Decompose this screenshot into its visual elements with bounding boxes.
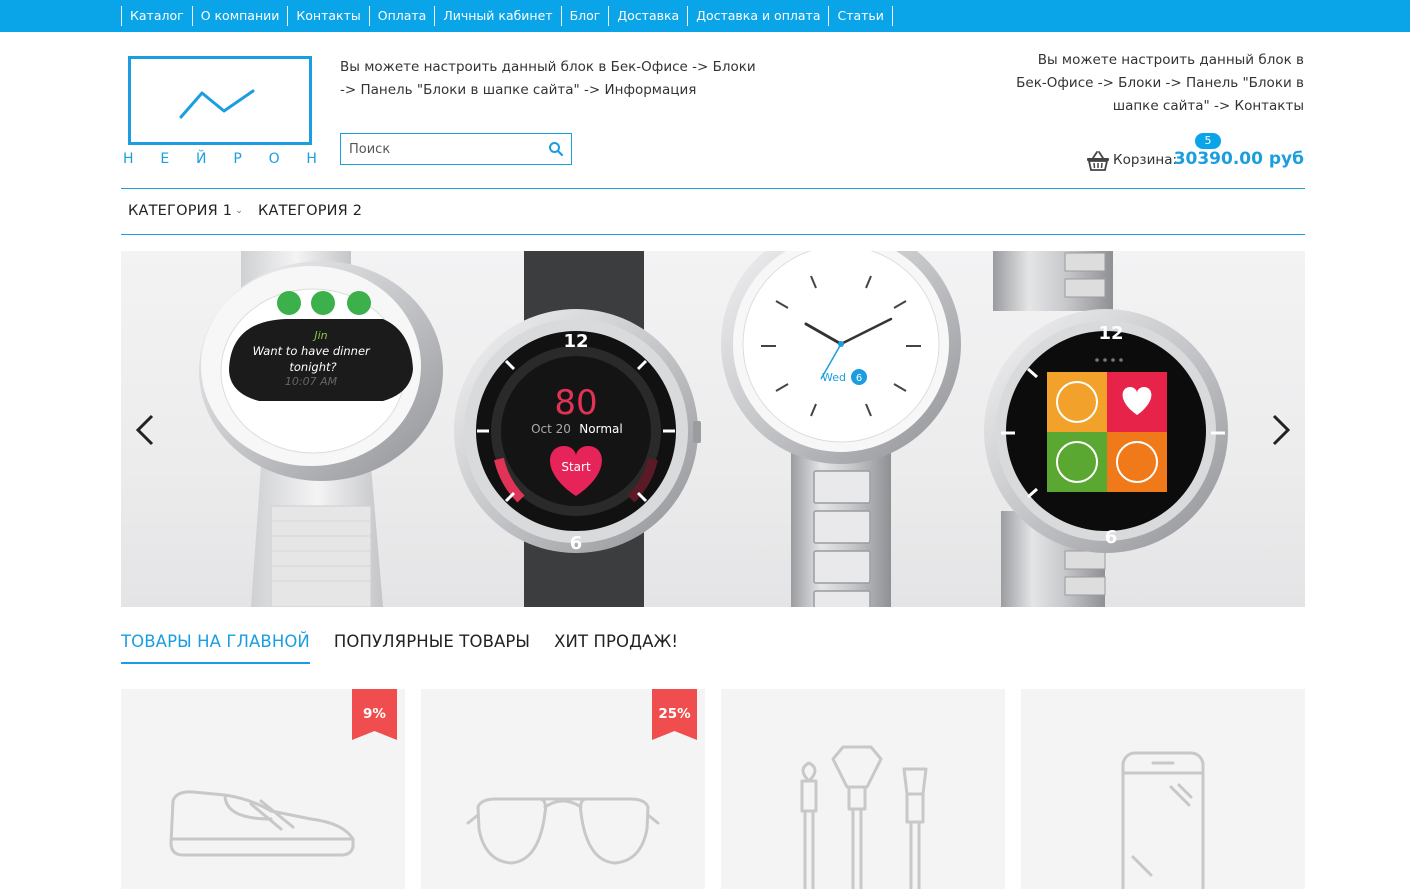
watch-message-name: Jin: [312, 329, 327, 342]
watch-message-line-1: Want to have dinner: [253, 344, 371, 358]
heart-rate-value: 80: [554, 383, 597, 423]
watch-weekday: Wed: [822, 371, 846, 384]
smartwatch-banner-image: Jin Want to have dinner tonight? 10:07 A…: [199, 251, 1228, 607]
top-nav-catalog[interactable]: Каталог: [121, 6, 192, 26]
heart-rate-start: Start: [561, 460, 591, 474]
top-nav-account[interactable]: Личный кабинет: [434, 6, 560, 26]
watch-dial-12: 12: [563, 331, 588, 352]
watch-dial-12-b: 12: [1098, 323, 1123, 344]
tab-bestsellers[interactable]: ХИТ ПРОДАЖ!: [554, 632, 678, 664]
makeup-brushes-icon: [800, 745, 928, 889]
logo-letter: Е: [160, 151, 170, 167]
top-nav: Каталог О компании Контакты Оплата Личны…: [121, 6, 893, 26]
watch-message-line-2: tonight?: [289, 360, 336, 374]
watch-message-time: 10:07 AM: [285, 375, 338, 388]
top-nav-blog[interactable]: Блог: [560, 6, 609, 26]
category-2-menu-item[interactable]: КАТЕГОРИЯ 2: [258, 203, 362, 219]
header-contacts-block: Вы можете настроить данный блок в Бек-Оф…: [1016, 52, 1304, 114]
product-tabs: ТОВАРЫ НА ГЛАВНОЙ ПОПУЛЯРНЫЕ ТОВАРЫ ХИТ …: [121, 632, 702, 664]
tab-popular[interactable]: ПОПУЛЯРНЫЕ ТОВАРЫ: [334, 632, 530, 664]
watch-silver-analog: Wed 6: [721, 251, 961, 607]
watch-black: 12 6 80 Oct 20 Normal Start: [454, 251, 701, 607]
top-bar: Каталог О компании Контакты Оплата Личны…: [0, 0, 1410, 32]
category-menu: КАТЕГОРИЯ 1 ⌄ КАТЕГОРИЯ 2: [121, 188, 1305, 235]
logo-letter: О: [268, 151, 280, 167]
discount-ribbon: 25%: [652, 689, 697, 740]
search-icon[interactable]: [548, 141, 564, 157]
product-card[interactable]: 9%: [121, 689, 405, 889]
watch-white: Jin Want to have dinner tonight? 10:07 A…: [199, 251, 443, 607]
logo-chart-icon: [179, 89, 255, 119]
search-box: [340, 133, 572, 165]
category-1-menu-item[interactable]: КАТЕГОРИЯ 1 ⌄: [128, 203, 243, 219]
tab-featured[interactable]: ТОВАРЫ НА ГЛАВНОЙ: [121, 632, 310, 664]
heart-rate-date: Oct 20: [531, 422, 571, 436]
watch-dial-6-b: 6: [1105, 527, 1118, 548]
site-logo[interactable]: Н Е Й Р О Н: [121, 55, 317, 173]
logo-letter: Н: [123, 151, 134, 167]
logo-frame: [128, 56, 312, 145]
top-nav-articles[interactable]: Статьи: [828, 6, 893, 26]
top-nav-contacts[interactable]: Контакты: [287, 6, 368, 26]
cart-widget[interactable]: 5 Корзина: 30390.00 руб: [1087, 132, 1304, 176]
product-card[interactable]: [1021, 689, 1305, 889]
slider-prev-arrow[interactable]: [133, 413, 157, 447]
product-card[interactable]: [721, 689, 1005, 889]
category-1-label: КАТЕГОРИЯ 1: [128, 203, 233, 219]
product-card[interactable]: 25%: [421, 689, 705, 889]
logo-letter: Р: [233, 151, 242, 167]
discount-ribbon: 9%: [352, 689, 397, 740]
watch-day-number: 6: [856, 373, 862, 384]
hero-slider: Jin Want to have dinner tonight? 10:07 A…: [121, 251, 1305, 607]
basket-icon[interactable]: [1086, 150, 1110, 172]
heart-rate-status: Normal: [579, 422, 622, 436]
watch-dial-6: 6: [570, 533, 583, 554]
cart-label: Корзина:: [1113, 152, 1178, 168]
cart-total: 30390.00 руб: [1173, 149, 1304, 169]
search-input[interactable]: [341, 134, 541, 164]
chevron-down-icon: ⌄: [235, 206, 243, 216]
discount-value: 25%: [658, 706, 691, 722]
cart-count-badge: 5: [1195, 133, 1221, 149]
watch-silver-smart: 12 6: [984, 251, 1228, 607]
top-nav-payment[interactable]: Оплата: [368, 6, 435, 26]
logo-letter: Й: [196, 151, 207, 167]
smartphone-icon: [1121, 751, 1205, 889]
discount-value: 9%: [363, 706, 386, 722]
logo-letter: Н: [306, 151, 317, 167]
top-nav-delivery[interactable]: Доставка: [608, 6, 687, 26]
header-info-block: Вы можете настроить данный блок в Бек-Оф…: [340, 59, 756, 98]
slider-next-arrow[interactable]: [1269, 413, 1293, 447]
top-nav-delivery-payment[interactable]: Доставка и оплата: [687, 6, 828, 26]
top-nav-about[interactable]: О компании: [191, 6, 288, 26]
logo-wordmark: Н Е Й Р О Н: [123, 151, 317, 167]
